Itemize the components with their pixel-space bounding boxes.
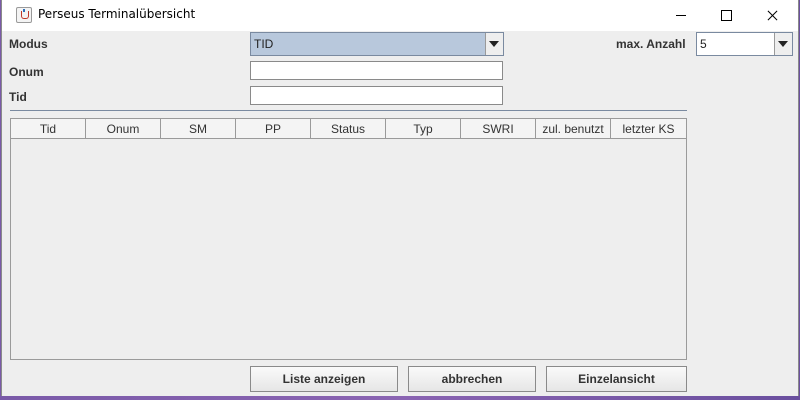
modus-combobox[interactable]: TID [250,32,504,56]
column-header-onum[interactable]: Onum [86,119,161,139]
maximize-button[interactable] [704,0,750,31]
tid-label: Tid [9,90,27,104]
onum-label: Onum [9,65,44,79]
java-app-icon [16,7,32,23]
modus-label: Modus [9,37,48,51]
einzelansicht-button[interactable]: Einzelansicht [546,366,687,392]
chevron-down-icon[interactable] [485,33,503,55]
column-header-typ[interactable]: Typ [386,119,461,139]
max-anzahl-label: max. Anzahl [616,37,686,51]
table-header: Tid Onum SM PP Status Typ SWRI zul. benu… [11,119,686,139]
window-title: Perseus Terminalübersicht [38,7,196,21]
max-anzahl-value: 5 [700,37,707,51]
column-header-sm[interactable]: SM [161,119,236,139]
column-header-tid[interactable]: Tid [11,119,86,139]
terminal-table[interactable]: Tid Onum SM PP Status Typ SWRI zul. benu… [10,118,687,360]
tid-input[interactable] [250,86,503,105]
separator [10,110,687,111]
title-bar[interactable]: Perseus Terminalübersicht [2,0,798,31]
abbrechen-button[interactable]: abbrechen [408,366,536,392]
minimize-button[interactable] [658,0,704,31]
liste-anzeigen-button[interactable]: Liste anzeigen [250,366,398,392]
column-header-zul-benutzt[interactable]: zul. benutzt [536,119,611,139]
modus-selected-value: TID [254,37,274,51]
application-window: Perseus Terminalübersicht Modus TID max.… [1,0,799,396]
column-header-pp[interactable]: PP [236,119,311,139]
onum-input[interactable] [250,61,503,80]
column-header-swri[interactable]: SWRI [461,119,536,139]
column-header-status[interactable]: Status [311,119,386,139]
max-anzahl-combobox[interactable]: 5 [696,32,793,56]
chevron-down-icon[interactable] [774,33,792,55]
close-button[interactable] [750,0,796,31]
column-header-letzter-ks[interactable]: letzter KS [611,119,686,139]
